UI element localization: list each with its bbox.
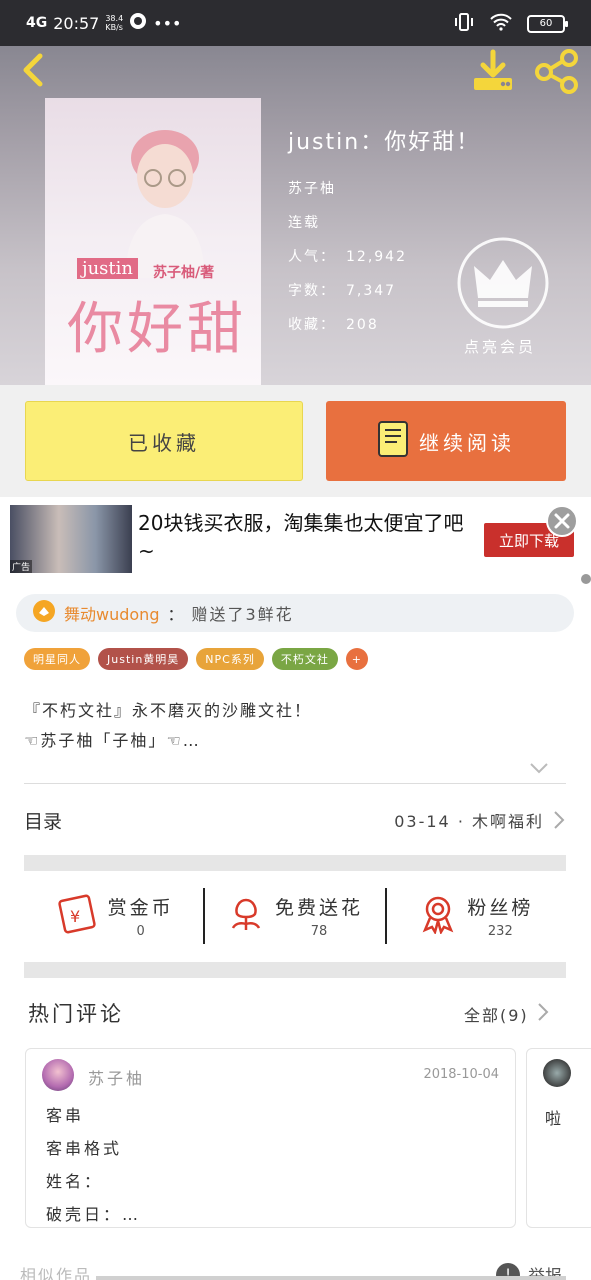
- gift-text: 赠送了3鲜花: [191, 605, 294, 624]
- tag-item[interactable]: 不朽文社: [271, 648, 338, 670]
- gift-sender[interactable]: 舞动wudong: [64, 601, 159, 625]
- red-envelope-icon: ¥: [54, 894, 98, 938]
- stat-value: 0: [136, 924, 145, 939]
- battery-icon: 60: [527, 15, 568, 33]
- status-bar: 4G 20:57 38.4 KB/s ••• 60: [0, 0, 591, 46]
- all-comments-label: 全部(9): [464, 1006, 529, 1025]
- ad-banner[interactable]: 广告 20块钱买衣服，淘集集也太便宜了吧~ 立即下载: [0, 497, 591, 585]
- cover-portrait: [125, 130, 205, 278]
- comment-date: 2018-10-04: [423, 1067, 499, 1082]
- close-icon[interactable]: [546, 505, 578, 537]
- comment-card[interactable]: 苏子柚 2018-10-04 客串 客串格式 姓名： 破壳日：…: [25, 1048, 516, 1228]
- word-count-stat: 字数： 7,347: [288, 283, 397, 299]
- gift-separator: ：: [167, 605, 184, 624]
- reward-coins-button[interactable]: ¥ 赏金币 0: [24, 880, 203, 952]
- stat-label: 赏金币: [107, 897, 174, 919]
- description-line: ☜苏子柚「子柚」☜…: [24, 731, 201, 750]
- comment-line: 客串: [46, 1106, 85, 1125]
- avatar[interactable]: [543, 1059, 571, 1087]
- comment-line: 姓名：: [46, 1172, 104, 1191]
- scrollbar[interactable]: [96, 1276, 566, 1280]
- stat-value: 232: [487, 924, 513, 939]
- book-description: 『不朽文社』永不磨灭的沙雕文社！ ☜苏子柚「子柚」☜…: [24, 696, 564, 756]
- comment-card[interactable]: 啦: [526, 1048, 591, 1228]
- tag-item[interactable]: NPC系列: [196, 648, 264, 670]
- book-status: 连载: [288, 215, 320, 231]
- action-bar: 已收藏 继续阅读: [0, 385, 591, 497]
- wifi-icon: [489, 13, 513, 35]
- all-comments-link[interactable]: 全部(9): [464, 1002, 549, 1026]
- ad-tag: 广告: [10, 560, 33, 573]
- stat-label: 免费送花: [274, 897, 363, 919]
- section-divider: [24, 962, 566, 978]
- ad-info-icon[interactable]: [581, 574, 591, 584]
- tag-list: 明星同人 Justin黄明昊 NPC系列 不朽文社 +: [24, 648, 368, 670]
- clock: 20:57: [53, 13, 100, 33]
- book-info: justin：你好甜！ 苏子柚 连载 人气： 12,942 字数： 7,347 收藏…: [288, 124, 480, 348]
- tag-item[interactable]: Justin黄明昊: [98, 648, 189, 670]
- stat-value: 78: [310, 924, 328, 939]
- comment-body: 啦: [545, 1109, 562, 1128]
- chevron-right-icon: [537, 1002, 549, 1026]
- cover-title: 你好甜: [67, 297, 247, 362]
- chevron-right-icon: [552, 809, 566, 831]
- latest-chapter: 03-14 · 木啊福利: [394, 812, 544, 831]
- divider: [24, 783, 566, 784]
- vibrate-icon: [453, 12, 475, 36]
- medal-icon: [419, 894, 457, 938]
- share-icon[interactable]: [534, 48, 580, 94]
- section-divider: [24, 855, 566, 871]
- cover-tag: justin: [77, 258, 138, 279]
- avatar[interactable]: [42, 1059, 74, 1091]
- comment-body: 客串 客串格式 姓名： 破壳日：…: [46, 1099, 141, 1231]
- hot-comments-title: 热门评论: [28, 1002, 124, 1026]
- favorited-button[interactable]: 已收藏: [25, 401, 303, 481]
- similar-works-title: 相似作品: [20, 1266, 93, 1280]
- download-icon[interactable]: [470, 48, 516, 94]
- comment-username[interactable]: 苏子柚: [88, 1065, 145, 1089]
- toc-label: 目录: [24, 810, 63, 833]
- crown-icon[interactable]: [456, 236, 550, 330]
- book-title: justin：你好甜！: [288, 130, 481, 155]
- tag-item[interactable]: 明星同人: [24, 648, 90, 670]
- reward-stats: ¥ 赏金币 0 免费送花 78 粉丝榜 232: [24, 880, 566, 952]
- comment-line: 破壳日：…: [46, 1205, 142, 1224]
- network-indicator: 4G: [26, 15, 48, 31]
- clap-icon: [32, 599, 56, 627]
- more-notifications-icon: •••: [153, 13, 182, 33]
- stat-label: 粉丝榜: [467, 897, 534, 919]
- ad-image: 广告: [10, 505, 132, 573]
- vip-label[interactable]: 点亮会员: [464, 336, 536, 357]
- flower-icon: [227, 894, 265, 938]
- free-flower-button[interactable]: 免费送花 78: [205, 880, 384, 952]
- comment-line: 客串格式: [46, 1139, 123, 1158]
- continue-reading-button[interactable]: 继续阅读: [326, 401, 566, 481]
- ad-text: 20块钱买衣服，淘集集也太便宜了吧~: [138, 511, 464, 563]
- description-line: 『不朽文社』永不磨灭的沙雕文社！: [24, 701, 313, 720]
- book-cover[interactable]: justin 苏子柚/著 你好甜: [45, 98, 261, 385]
- app-notification-icon: [129, 12, 147, 34]
- gift-notice[interactable]: 舞动wudong ： 赠送了3鲜花: [16, 594, 574, 632]
- add-tag-button[interactable]: +: [345, 648, 368, 670]
- favorites-stat: 收藏： 208: [288, 317, 379, 333]
- continue-reading-label: 继续阅读: [419, 430, 515, 455]
- network-speed: 38.4 KB/s: [105, 14, 124, 32]
- popularity-stat: 人气： 12,942: [288, 249, 407, 265]
- cover-author: 苏子柚/著: [153, 265, 215, 281]
- book-author[interactable]: 苏子柚: [288, 178, 480, 198]
- back-icon[interactable]: [14, 50, 54, 90]
- chevron-down-icon[interactable]: [528, 760, 550, 776]
- fan-ranking-button[interactable]: 粉丝榜 232: [387, 880, 566, 952]
- book-header: 4G 20:57 38.4 KB/s ••• 60 justin 苏子柚/著 你…: [0, 0, 591, 385]
- table-of-contents-row[interactable]: 目录 03-14 · 木啊福利: [24, 800, 566, 840]
- book-icon: [377, 420, 409, 463]
- svg-text:¥: ¥: [70, 907, 80, 926]
